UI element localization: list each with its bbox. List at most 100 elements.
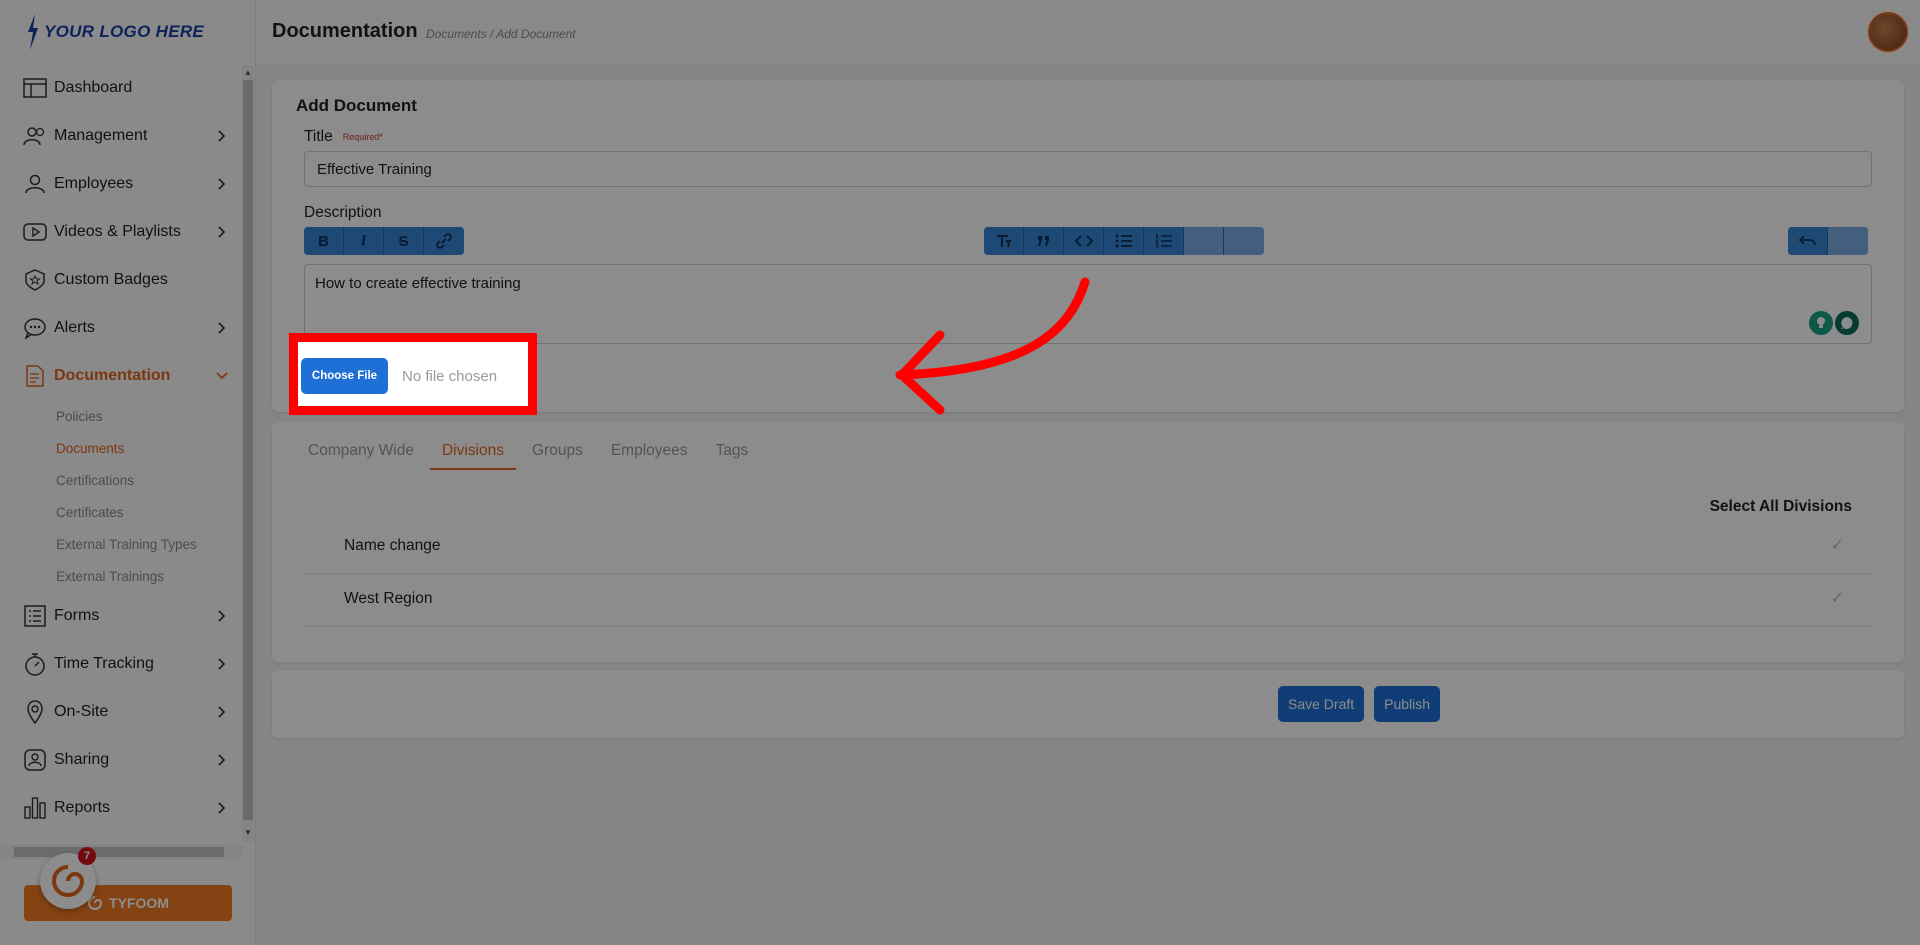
link-icon <box>436 233 452 249</box>
list-item[interactable]: Name change ✓ <box>304 521 1872 574</box>
bold-button[interactable]: B <box>304 227 344 255</box>
sidebar-vertical-scrollbar[interactable]: ▲ ▼ <box>242 66 254 842</box>
sidebar-subitem-documents[interactable]: Documents <box>0 432 242 464</box>
code-button[interactable] <box>1064 227 1104 255</box>
sidebar-item-forms[interactable]: Forms <box>0 592 242 640</box>
sidebar-nav: Dashboard Management Employees Videos & … <box>0 64 242 832</box>
share-icon <box>22 747 48 773</box>
editor-assistant-icons <box>1809 311 1859 335</box>
checkmark-icon[interactable]: ✓ <box>1831 588 1844 608</box>
bullet-list-button[interactable] <box>1104 227 1144 255</box>
title-label-text: Title <box>304 128 333 145</box>
sidebar-item-label: Documentation <box>54 367 171 384</box>
blockquote-button[interactable] <box>1024 227 1064 255</box>
required-indicator: Required* <box>342 131 383 142</box>
sidebar-item-label: Sharing <box>54 751 110 768</box>
numbered-list-icon <box>1154 234 1172 248</box>
audience-tabs: Company Wide Divisions Groups Employees … <box>296 434 764 470</box>
sidebar-subitem-policies[interactable]: Policies <box>0 400 242 432</box>
dashboard-icon <box>22 75 48 101</box>
link-button[interactable] <box>424 227 464 255</box>
save-draft-button[interactable]: Save Draft <box>1278 686 1365 722</box>
tyfoom-label: TYFOOM <box>109 895 169 911</box>
tab-groups[interactable]: Groups <box>520 434 595 468</box>
breadcrumb[interactable]: Documents / Add Document <box>426 27 576 41</box>
strikethrough-button[interactable]: S <box>384 227 424 255</box>
editor-toolbar-history <box>1788 227 1868 255</box>
sidebar-item-dashboard[interactable]: Dashboard <box>0 64 242 112</box>
sidebar-item-label: Custom Badges <box>54 271 168 288</box>
sidebar-item-reports[interactable]: Reports <box>0 784 242 832</box>
callout-arrow-icon <box>895 277 1090 415</box>
person-icon <box>22 171 48 197</box>
description-label: Description <box>304 204 382 221</box>
chevron-right-icon <box>212 798 232 818</box>
sidebar-item-custom-badges[interactable]: Custom Badges <box>0 256 242 304</box>
speech-bubble-icon[interactable] <box>1835 311 1859 335</box>
sidebar-item-sharing[interactable]: Sharing <box>0 736 242 784</box>
select-all-divisions-button[interactable]: Select All Divisions <box>1710 498 1852 516</box>
scrollbar-thumb[interactable] <box>243 80 253 820</box>
logo[interactable]: YOUR LOGO HERE <box>26 10 204 54</box>
division-name: West Region <box>344 590 433 607</box>
outdent-button[interactable] <box>1184 227 1224 255</box>
choose-file-button[interactable]: Choose File <box>301 358 388 394</box>
tab-employees[interactable]: Employees <box>599 434 700 468</box>
sidebar-subitem-certificates[interactable]: Certificates <box>0 496 242 528</box>
list-item[interactable]: West Region ✓ <box>304 574 1872 627</box>
scroll-down-arrow-icon[interactable]: ▼ <box>244 828 252 837</box>
checkmark-icon[interactable]: ✓ <box>1831 535 1844 555</box>
no-file-chosen-text: No file chosen <box>402 368 498 385</box>
heading-button[interactable] <box>984 227 1024 255</box>
page-title: Documentation <box>272 20 418 42</box>
chevron-right-icon <box>212 702 232 722</box>
sidebar-horizontal-scrollbar[interactable] <box>0 845 242 859</box>
chevron-down-icon <box>212 366 232 386</box>
sidebar-item-on-site[interactable]: On-Site <box>0 688 242 736</box>
quote-icon <box>1037 236 1049 246</box>
sidebar-item-time-tracking[interactable]: Time Tracking <box>0 640 242 688</box>
chevron-right-icon <box>212 654 232 674</box>
redo-button[interactable] <box>1828 227 1868 255</box>
publish-button[interactable]: Publish <box>1374 686 1441 722</box>
audience-card: Company Wide Divisions Groups Employees … <box>272 422 1904 662</box>
sidebar-item-label: Alerts <box>54 319 95 336</box>
sidebar-subitem-certifications[interactable]: Certifications <box>0 464 242 496</box>
card-title: Add Document <box>296 96 417 115</box>
stopwatch-icon <box>22 651 48 677</box>
sidebar-item-label: Employees <box>54 175 134 192</box>
tab-divisions[interactable]: Divisions <box>429 434 516 470</box>
tab-company-wide[interactable]: Company Wide <box>296 434 426 468</box>
list-icon <box>22 603 48 629</box>
sidebar-subitem-external-trainings[interactable]: External Trainings <box>0 560 242 592</box>
sidebar-item-label: Time Tracking <box>54 655 154 672</box>
italic-button[interactable]: I <box>344 227 384 255</box>
chat-icon <box>22 315 48 341</box>
undo-button[interactable] <box>1788 227 1828 255</box>
sidebar-item-label: Management <box>54 127 148 144</box>
top-header: Documentation Documents / Add Document <box>256 0 1920 64</box>
scroll-up-arrow-icon[interactable]: ▲ <box>244 68 252 77</box>
numbered-list-button[interactable] <box>1144 227 1184 255</box>
code-icon <box>1074 235 1093 247</box>
sidebar-item-alerts[interactable]: Alerts <box>0 304 242 352</box>
file-input-highlight: Choose File No file chosen <box>289 333 537 415</box>
logo-text: YOUR LOGO HERE <box>44 22 205 41</box>
tab-tags[interactable]: Tags <box>704 434 761 468</box>
people-icon <box>22 123 48 149</box>
action-buttons: Save Draft Publish <box>1278 686 1441 722</box>
sidebar-item-management[interactable]: Management <box>0 112 242 160</box>
title-label: Title Required* <box>304 128 383 146</box>
sidebar-item-documentation[interactable]: Documentation <box>0 352 242 400</box>
chevron-right-icon <box>212 174 232 194</box>
scrollbar-thumb[interactable] <box>14 847 224 857</box>
sidebar: YOUR LOGO HERE Dashboard Management Empl… <box>0 0 256 945</box>
indent-button[interactable] <box>1224 227 1264 255</box>
chevron-right-icon <box>212 126 232 146</box>
lightbulb-icon[interactable] <box>1809 311 1833 335</box>
sidebar-subitem-external-training-types[interactable]: External Training Types <box>0 528 242 560</box>
title-input[interactable]: Effective Training <box>304 151 1872 187</box>
sidebar-item-employees[interactable]: Employees <box>0 160 242 208</box>
avatar[interactable] <box>1868 12 1908 52</box>
sidebar-item-videos[interactable]: Videos & Playlists <box>0 208 242 256</box>
